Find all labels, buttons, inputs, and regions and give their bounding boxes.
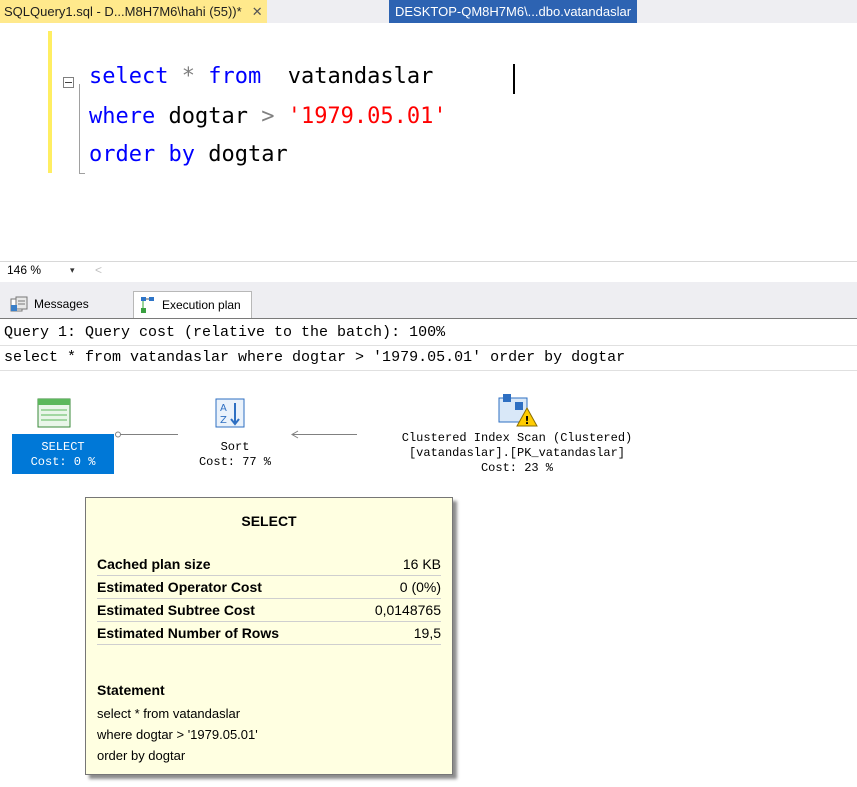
tooltip-title: SELECT	[241, 513, 297, 529]
outline-guide	[79, 84, 80, 174]
clustered-index-scan-icon[interactable]: !	[497, 392, 539, 428]
code-line-2[interactable]: where dogtar > '1979.05.01'	[89, 104, 447, 129]
tab-table-vatandaslar[interactable]: DESKTOP-QM8H7M6\...dbo.vatandaslar	[389, 0, 638, 23]
svg-text:Z: Z	[220, 415, 227, 426]
results-tab-strip	[0, 282, 857, 318]
zoom-dropdown-icon[interactable]: ▾	[70, 265, 75, 276]
tab-execution-plan-label: Execution plan	[162, 298, 241, 312]
plan-divider	[0, 318, 857, 319]
tooltip-row: Estimated Operator Cost 0 (0%)	[97, 576, 441, 599]
flow-arrow	[118, 434, 178, 435]
identifier-column: dogtar	[194, 142, 288, 167]
tooltip-row: Estimated Subtree Cost 0,0148765	[97, 599, 441, 622]
tab-messages[interactable]: Messages	[10, 291, 89, 317]
code-line-1[interactable]: select * from vatandaslar	[89, 64, 433, 89]
select-node-name: SELECT	[41, 440, 85, 454]
identifier-table: vatandaslar	[261, 64, 434, 89]
tooltip-row-value: 0,0148765	[374, 602, 441, 618]
tab-sqlquery1-label: SQLQuery1.sql - D...M8H7M6\hahi (55))*	[4, 4, 242, 19]
tab-sqlquery1[interactable]: SQLQuery1.sql - D...M8H7M6\hahi (55))* ✕	[0, 0, 267, 23]
tooltip-row-label: Estimated Operator Cost	[97, 579, 262, 595]
tab-execution-plan[interactable]: Execution plan	[133, 291, 252, 318]
tooltip-row-label: Cached plan size	[97, 556, 211, 572]
identifier-column: dogtar	[155, 104, 262, 129]
tooltip-row-value: 19,5	[413, 625, 441, 641]
keyword-select: select	[89, 64, 169, 89]
select-operator-icon[interactable]	[37, 398, 71, 428]
execution-plan-icon	[141, 297, 154, 313]
keyword-where: where	[89, 104, 156, 129]
tooltip-row-label: Estimated Number of Rows	[97, 625, 280, 641]
select-node-cost: Cost: 0 %	[30, 455, 96, 469]
tab-table-vatandaslar-label: DESKTOP-QM8H7M6\...dbo.vatandaslar	[395, 4, 632, 19]
tooltip-row: Estimated Number of Rows 19,5	[97, 622, 441, 645]
keyword-from: from	[208, 64, 262, 89]
header-separator	[0, 370, 857, 371]
tab-messages-label: Messages	[34, 297, 89, 311]
tooltip-statement-line: where dogtar > '1979.05.01'	[97, 727, 258, 742]
arrow-head-icon	[291, 430, 299, 439]
collapse-icon[interactable]	[63, 77, 74, 88]
tooltip-statement-line: order by dogtar	[97, 748, 186, 763]
string-literal: '1979.05.01'	[274, 104, 447, 129]
text-caret	[513, 64, 515, 94]
operator-gt: >	[261, 104, 275, 129]
code-line-3[interactable]: order by dogtar	[89, 142, 288, 167]
tooltip-row-value: 0 (0%)	[399, 579, 441, 595]
editor-status-bar	[0, 261, 857, 281]
sort-node-name[interactable]: Sort	[180, 440, 290, 455]
tooltip-row-value: 16 KB	[402, 556, 441, 572]
flow-arrow	[293, 434, 357, 435]
tooltip-statement-title: Statement	[97, 682, 165, 698]
scan-node-object: [vatandaslar].[PK_vatandaslar]	[408, 446, 626, 460]
zoom-level[interactable]: 146 %	[7, 263, 41, 277]
sort-node-cost: Cost: 77 %	[198, 455, 271, 469]
svg-text:A: A	[220, 403, 227, 414]
header-separator	[0, 345, 857, 346]
messages-icon	[10, 296, 28, 312]
tooltip-row-label: Estimated Subtree Cost	[97, 602, 255, 618]
outline-guide-end	[79, 173, 85, 174]
scan-node-cost: Cost: 23 %	[480, 461, 553, 475]
change-tracking-bar	[48, 31, 52, 173]
keyword-order-by: order by	[89, 142, 195, 167]
scan-node-name[interactable]: Clustered Index Scan (Clustered)	[358, 431, 676, 446]
operator-tooltip: SELECT Cached plan size 16 KB Estimated …	[85, 497, 453, 775]
arrow-head-icon	[115, 431, 121, 438]
tooltip-statement-line: select * from vatandaslar	[97, 706, 241, 721]
scroll-left-icon[interactable]: <	[95, 263, 102, 277]
query-text-header: select * from vatandaslar where dogtar >…	[4, 349, 626, 366]
operator-star: *	[168, 64, 209, 89]
sort-operator-icon[interactable]: A Z	[215, 398, 245, 428]
close-icon[interactable]: ✕	[252, 4, 263, 20]
query-cost-header: Query 1: Query cost (relative to the bat…	[4, 324, 446, 341]
tooltip-row: Cached plan size 16 KB	[97, 553, 441, 576]
query-editor[interactable]	[0, 23, 857, 257]
svg-text:!: !	[525, 414, 530, 427]
